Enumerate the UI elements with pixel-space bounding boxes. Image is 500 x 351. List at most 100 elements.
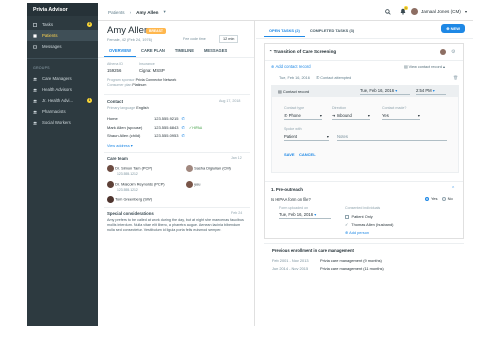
sidebar-group-health-advisors[interactable]: Health Advisors <box>27 84 98 95</box>
sidebar-item-tasks[interactable]: Tasks 2 <box>27 19 98 30</box>
member-name: Tom Greenberg (SW) <box>115 196 152 202</box>
breadcrumb-current[interactable]: Amy Allen <box>136 10 158 15</box>
enroll-desc: Privia care management (11 months) <box>320 266 384 271</box>
add-contact-record[interactable]: ⊕ Add contact record <box>271 64 311 69</box>
insurance-value: Cigna: MSSP <box>139 68 165 73</box>
messages-icon <box>33 45 37 48</box>
record-date-field[interactable]: Tue, Feb 16, 2016 ▾ <box>360 88 410 95</box>
chevron-down-icon[interactable]: ⌃ <box>269 49 272 54</box>
contact-made-value: Yes <box>382 113 389 118</box>
phone-icon[interactable]: ✆ <box>181 115 184 124</box>
view-address-label: View address <box>107 144 130 148</box>
spoke-value: Patient <box>284 134 298 139</box>
sidebar-item-patients[interactable]: Patients <box>27 30 98 41</box>
patient-name: Amy Allen <box>107 25 150 36</box>
care-member[interactable]: you <box>186 181 200 188</box>
user-avatar[interactable] <box>411 8 418 15</box>
add-contact-label: Add contact record <box>275 64 311 69</box>
hipaa-question: Is HIPAA form on file? <box>271 197 311 202</box>
uploaded-label: Form uploaded on <box>279 206 309 210</box>
contact-phone[interactable]: 123.555.6843 <box>154 124 178 133</box>
checkbox[interactable] <box>345 215 349 219</box>
sidebar-item-label: Messages <box>42 44 62 49</box>
avatar <box>107 165 114 172</box>
save-button[interactable]: SAVE <box>284 152 295 157</box>
attempt-status: Contact attempted <box>320 76 352 80</box>
special-text: Amy prefers to be called at work during … <box>107 218 244 232</box>
sidebar-item-label: Social Workers <box>42 120 71 125</box>
fee-code-select[interactable]: 12 min <box>219 35 239 43</box>
notification-badge: 1 <box>404 6 408 10</box>
radio-yes[interactable] <box>425 196 429 201</box>
assignee-avatar[interactable] <box>440 49 446 55</box>
list-item[interactable]: ✓ Thomas Allen (husband) <box>345 221 393 229</box>
trash-icon[interactable]: 🗑 <box>453 75 458 80</box>
tab-overview[interactable]: OVERVIEW <box>104 48 136 57</box>
pre-outreach-title[interactable]: 1. Pre-outreach <box>271 187 303 192</box>
app-brand: Privia Advisor <box>27 3 98 16</box>
consumer-label: Consumer plan <box>107 83 132 88</box>
contact-made-select[interactable]: Yes ▾ <box>382 113 420 120</box>
consented-label: Consented individuals <box>345 206 381 210</box>
member-name: Sasha Digiulian (CM) <box>194 165 231 171</box>
group-icon <box>33 99 37 103</box>
notes-input[interactable]: Notes <box>337 134 447 141</box>
spoke-select[interactable]: Patient ▾ <box>284 134 329 141</box>
sidebar-item-label: Jr. Health Advi... <box>42 98 74 103</box>
phone-icon[interactable]: ✆ <box>181 124 184 133</box>
uploaded-date-field[interactable]: Tue, Feb 16, 2016 ▾ <box>279 212 331 219</box>
group-icon <box>33 88 37 92</box>
search-icon[interactable] <box>385 9 391 15</box>
view-contact-record[interactable]: ▤ View contact record ▴ <box>404 64 445 69</box>
list-item: Mark Allen (spouse) 123.555.6843 ✆ ✓ HIP… <box>107 124 247 133</box>
direction-select[interactable]: ➜ Inbound ▾ <box>332 113 370 120</box>
chevron-down-icon[interactable]: ▾ <box>163 9 165 15</box>
sidebar-item-messages[interactable]: Messages <box>27 41 98 52</box>
sidebar-group-care-managers[interactable]: Care Managers <box>27 73 98 84</box>
user-name[interactable]: Jamaal Jones (CM) <box>421 9 461 14</box>
sidebar-item-label: Health Advisors <box>42 87 72 92</box>
contact-title: Contact <box>107 99 123 104</box>
breadcrumb-patients[interactable]: Patients <box>108 10 125 15</box>
list-item[interactable]: Patient Only <box>345 213 393 221</box>
record-time-field[interactable]: 2:54 PM ▾ <box>416 88 446 95</box>
care-member[interactable]: Tom Greenberg (SW) <box>107 196 152 203</box>
sidebar-item-label: Tasks <box>42 22 53 27</box>
chevron-up-icon[interactable]: ⌃ <box>451 186 455 192</box>
add-person-link[interactable]: ⊕ Add person <box>345 229 393 237</box>
contact-type-select[interactable]: ✆ Phone ▾ <box>284 113 322 120</box>
view-address-link[interactable]: View address ▾ <box>107 143 133 148</box>
gear-icon[interactable]: ⚙ <box>451 49 455 55</box>
cancel-button[interactable]: CANCEL <box>299 152 316 157</box>
care-member[interactable]: Dr. Simon Tam (PCP) 123.555.1212 <box>107 165 152 176</box>
contact-phone[interactable]: 123.555.0953 <box>154 132 178 141</box>
task-card: ⌃ Transition of Care Screening ⚙ ⊕ Add c… <box>264 43 464 239</box>
task-title[interactable]: ⌃ Transition of Care Screening <box>269 49 336 54</box>
check-icon[interactable]: ✓ <box>345 222 348 227</box>
tab-care-plan[interactable]: CARE PLAN <box>136 48 170 57</box>
tab-completed-tasks[interactable]: COMPLETED TASKS (3) <box>305 28 359 37</box>
tab-open-tasks[interactable]: OPEN TASKS (2) <box>264 28 305 37</box>
new-task-button[interactable]: ⊕ NEW <box>441 24 465 33</box>
tab-timeline[interactable]: TIMELINE <box>170 48 199 57</box>
patient-panel: Amy Allen BREAST Female, 42 (Feb 24, 197… <box>98 21 255 326</box>
record-date: Tue, Feb 16, 2016 <box>360 88 395 93</box>
tab-messages[interactable]: MESSAGES <box>199 48 232 57</box>
care-member[interactable]: Sasha Digiulian (CM) <box>186 165 231 172</box>
sidebar-group-pharmacists[interactable]: Pharmacists <box>27 106 98 117</box>
sidebar-group-social-workers[interactable]: Social Workers <box>27 117 98 128</box>
list-item: Shaun Allen (child) 123.555.0953 ✆ <box>107 132 247 141</box>
chevron-right-icon: › <box>129 9 132 15</box>
chevron-down-icon[interactable]: ▾ <box>465 9 467 14</box>
care-member[interactable]: Dr. Malcolm Reynolds (PCP) 123.555.1212 <box>107 181 165 192</box>
consumer-value: Platinum <box>132 83 147 88</box>
group-icon <box>33 121 37 125</box>
sidebar-group-jr-health-advisors[interactable]: Jr. Health Advi... 1 <box>27 95 98 106</box>
groups-heading: GROUPS <box>33 66 50 70</box>
contact-record-form: ▤ Contact record Tue, Feb 16, 2016 ▾ 2:5… <box>271 85 459 173</box>
phone-icon[interactable]: ✆ <box>181 132 184 141</box>
sidebar-item-label: Patients <box>42 33 58 38</box>
radio-no[interactable] <box>441 196 446 201</box>
contact-record-label: Contact record <box>282 89 310 94</box>
contact-phone[interactable]: 123.555.9215 <box>154 115 178 124</box>
